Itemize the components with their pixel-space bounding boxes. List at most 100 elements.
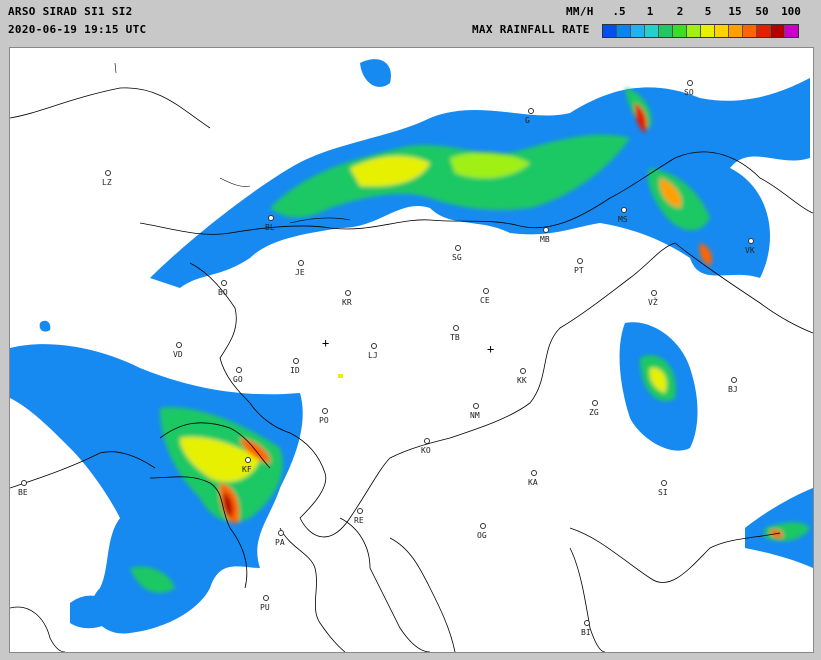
city-marker xyxy=(293,358,299,364)
city-marker xyxy=(453,325,459,331)
city-label: BO xyxy=(218,288,228,297)
city-label: MB xyxy=(540,235,550,244)
legend-swatch xyxy=(673,25,687,37)
city-label: VK xyxy=(745,246,755,255)
city-label: MS xyxy=(618,215,628,224)
precipitation-echoes xyxy=(10,59,813,634)
city-label: BJ xyxy=(728,385,738,394)
city-marker xyxy=(176,342,182,348)
city-marker xyxy=(473,403,479,409)
city-marker xyxy=(748,238,754,244)
legend-tick: 15 xyxy=(728,5,742,18)
city-label: G xyxy=(525,116,530,125)
city-marker xyxy=(424,438,430,444)
city-marker xyxy=(483,288,489,294)
city-label: PO xyxy=(319,416,329,425)
city-label: LZ xyxy=(102,178,112,187)
city-marker xyxy=(236,367,242,373)
city-marker xyxy=(268,215,274,221)
city-marker xyxy=(621,207,627,213)
city-marker xyxy=(345,290,351,296)
city-label: OG xyxy=(477,531,487,540)
city-label: BL xyxy=(265,223,275,232)
city-label: RE xyxy=(354,516,364,525)
city-label: PA xyxy=(275,538,285,547)
radar-frame: ARSO SIRAD SI1 SI2 2020-06-19 19:15 UTC … xyxy=(0,0,821,660)
radar-site-marker: + xyxy=(322,336,330,350)
city-label: SI xyxy=(658,488,668,497)
city-marker xyxy=(577,258,583,264)
city-marker xyxy=(221,280,227,286)
city-label: BI xyxy=(581,628,591,637)
city-label: BE xyxy=(18,488,28,497)
city-marker xyxy=(278,530,284,536)
city-marker xyxy=(357,508,363,514)
legend-ticks: .5 1 2 5 15 50 100 xyxy=(605,5,811,19)
legend-swatch xyxy=(631,25,645,37)
city-label: LJ xyxy=(368,351,378,360)
city-label: VD xyxy=(173,350,183,359)
city-marker xyxy=(661,480,667,486)
city-marker xyxy=(371,343,377,349)
legend-swatch xyxy=(645,25,659,37)
legend-tick: 50 xyxy=(755,5,769,18)
city-label: KA xyxy=(528,478,538,487)
city-marker xyxy=(528,108,534,114)
city-label: SG xyxy=(452,253,462,262)
product-title: ARSO SIRAD SI1 SI2 xyxy=(8,5,133,18)
map-canvas xyxy=(10,59,813,652)
legend-title: MAX RAINFALL RATE xyxy=(472,23,590,36)
city-marker xyxy=(263,595,269,601)
city-label: ZG xyxy=(589,408,599,417)
city-marker xyxy=(480,523,486,529)
timestamp: 2020-06-19 19:15 UTC xyxy=(8,23,147,36)
legend-tick: .5 xyxy=(612,5,626,18)
city-label: KR xyxy=(342,298,352,307)
legend-tick: 100 xyxy=(781,5,801,18)
city-label: NM xyxy=(470,411,480,420)
city-marker xyxy=(245,457,251,463)
city-marker xyxy=(298,260,304,266)
city-marker xyxy=(687,80,693,86)
city-marker xyxy=(592,400,598,406)
radar-site-marker: + xyxy=(487,342,495,356)
city-marker xyxy=(21,480,27,486)
city-label: TB xyxy=(450,333,460,342)
legend-tick: 2 xyxy=(676,5,684,18)
legend-swatch xyxy=(771,25,785,37)
legend-swatch xyxy=(701,25,715,37)
city-marker xyxy=(520,368,526,374)
legend-swatch xyxy=(687,25,701,37)
legend-swatch xyxy=(757,25,771,37)
coastline xyxy=(10,517,606,652)
legend-swatch xyxy=(715,25,729,37)
city-label: GO xyxy=(233,375,243,384)
legend-tick: 1 xyxy=(646,5,654,18)
city-label: KK xyxy=(517,376,527,385)
city-label: PT xyxy=(574,266,584,275)
echo-pixel xyxy=(338,374,343,378)
legend-swatch xyxy=(743,25,757,37)
radar-map[interactable]: LZ BL JE BO KR SG MB PT MS VK VŽ CE TB LJ VD GO ID KK BJ NM… xyxy=(9,47,814,653)
legend-swatch xyxy=(617,25,631,37)
legend-color-scale xyxy=(602,24,799,38)
legend-tick: 5 xyxy=(704,5,712,18)
city-marker xyxy=(584,620,590,626)
city-label: SO xyxy=(684,88,694,97)
city-label: JE xyxy=(295,268,305,277)
city-label: KF xyxy=(242,465,252,474)
city-marker xyxy=(531,470,537,476)
city-label: PU xyxy=(260,603,270,612)
legend-swatch xyxy=(729,25,743,37)
legend-unit: MM/H xyxy=(566,5,594,18)
city-label: ID xyxy=(290,366,300,375)
city-marker xyxy=(322,408,328,414)
city-label: KO xyxy=(421,446,431,455)
city-marker xyxy=(731,377,737,383)
city-label: VŽ xyxy=(648,298,658,307)
city-label: CE xyxy=(480,296,490,305)
legend-swatch xyxy=(603,25,617,37)
legend-swatch xyxy=(659,25,673,37)
legend-swatch xyxy=(785,25,798,37)
city-marker xyxy=(651,290,657,296)
